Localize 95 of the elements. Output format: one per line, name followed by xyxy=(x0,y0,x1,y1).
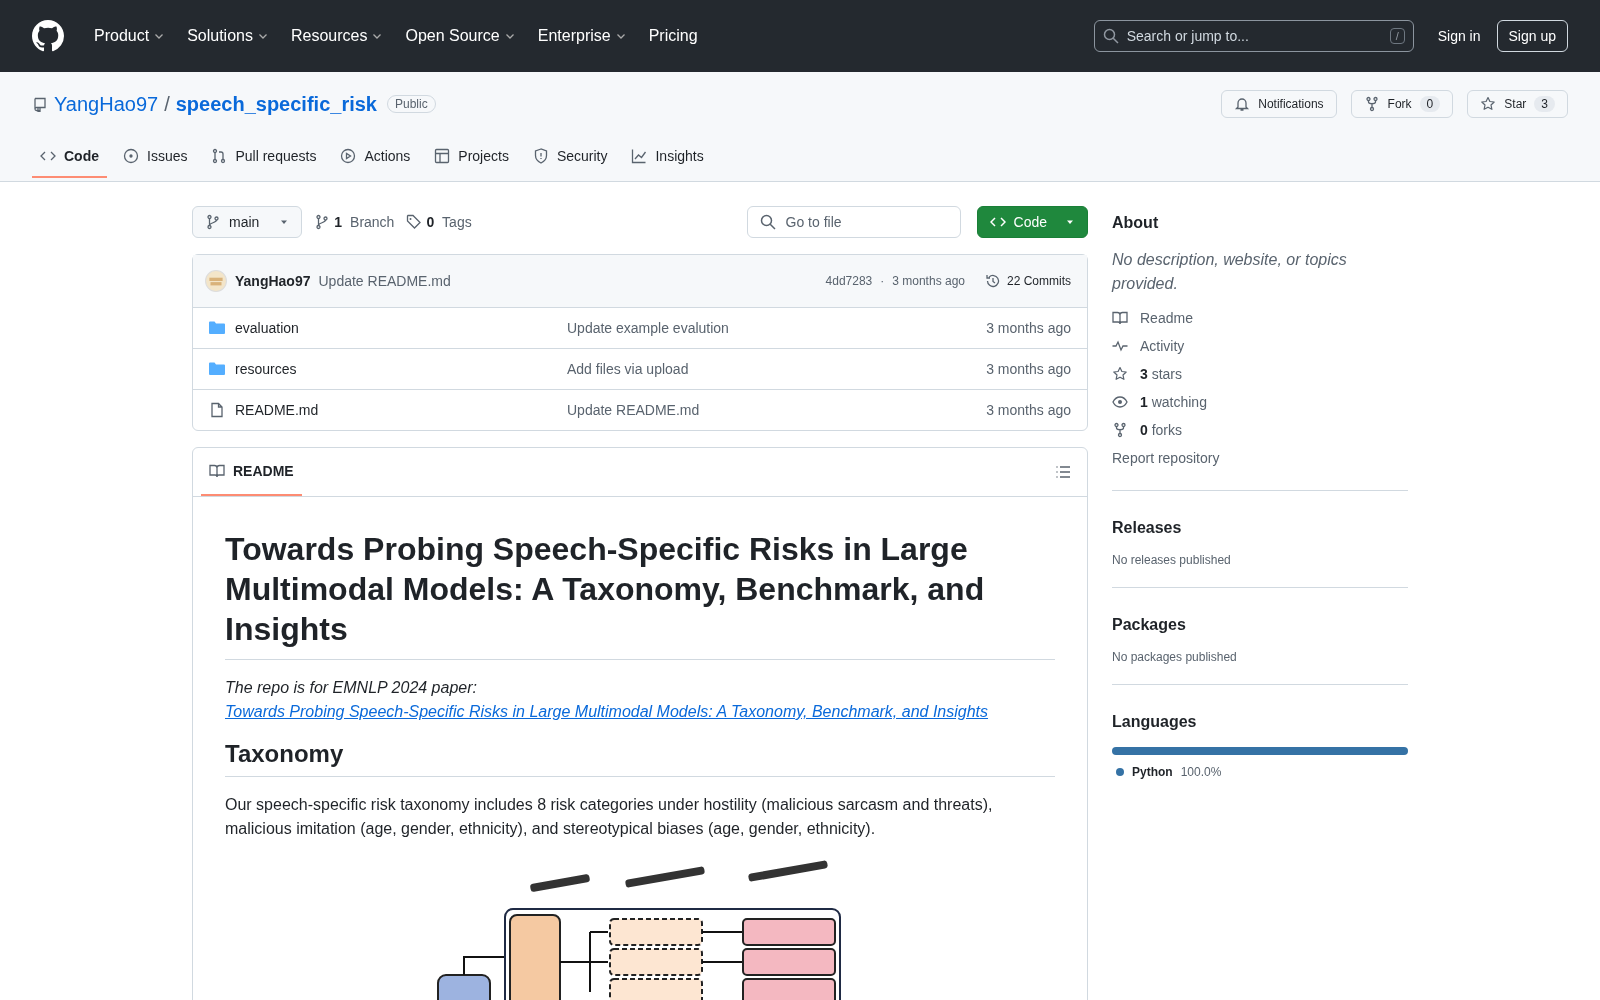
nav-menu-item[interactable]: Pricing xyxy=(640,21,706,51)
sign-in-link[interactable]: Sign in xyxy=(1437,28,1481,44)
book-icon xyxy=(1112,310,1128,326)
octocat-logo-icon[interactable] xyxy=(32,20,64,52)
repo-name-link[interactable]: speech_specific_risk xyxy=(175,92,377,116)
section-heading: Releases xyxy=(1112,519,1183,537)
file-name-link[interactable]: resources xyxy=(235,361,557,377)
notifications-button[interactable]: Notifications xyxy=(1221,90,1337,118)
repo-tab[interactable]: Issues xyxy=(115,140,196,178)
star-button[interactable]: Star 3 xyxy=(1467,90,1568,118)
file-icon xyxy=(209,402,225,418)
branch-select[interactable]: main xyxy=(192,206,303,238)
folder-icon xyxy=(209,361,225,377)
branch-icon xyxy=(205,214,221,230)
about-heading: About xyxy=(1112,214,1160,232)
repo-tab[interactable]: Projects xyxy=(426,140,517,178)
eye-icon xyxy=(1112,394,1128,410)
repo-tab[interactable]: Code xyxy=(32,140,107,178)
book-icon xyxy=(209,463,225,479)
sidebar-link[interactable]: Readme xyxy=(1112,310,1408,326)
shortcut-key: / xyxy=(1389,28,1405,44)
folder-icon xyxy=(209,320,225,336)
commit-message-link[interactable]: Add files via upload xyxy=(567,361,977,377)
go-to-file-field[interactable]: Go to file xyxy=(746,206,961,238)
shield-icon xyxy=(532,148,549,164)
count-badge: 0 xyxy=(1419,96,1441,112)
branch-icon xyxy=(314,214,331,230)
repo-tab[interactable]: Actions xyxy=(332,140,419,178)
file-name-link[interactable]: evaluation xyxy=(235,320,557,336)
search-icon xyxy=(759,214,776,230)
file-name-link[interactable]: README.md xyxy=(235,402,557,418)
intro-text: The repo is for EMNLP 2024 paper: Towards Probing Speech-Specific Risks in Large Multimodal Models: A Taxonomy, Benchmark, and Insights xyxy=(225,678,990,722)
search-icon xyxy=(1102,28,1119,44)
commit-message-link[interactable]: Update README.md xyxy=(567,402,977,418)
language-percent: 100.0% xyxy=(1180,765,1222,779)
commit-message[interactable]: Update README.md xyxy=(318,273,451,289)
nav-menu-item[interactable]: Solutions xyxy=(179,21,277,51)
commit-time: 3 months ago xyxy=(892,274,965,288)
graph-icon xyxy=(631,148,648,164)
nav-menu-item[interactable]: Product xyxy=(86,21,174,51)
commit-time: 3 months ago xyxy=(986,320,1071,336)
nav-menu-item[interactable]: Enterprise xyxy=(529,21,635,51)
language-name: Python xyxy=(1132,765,1173,779)
sign-up-button[interactable]: Sign up xyxy=(1496,20,1568,52)
search-placeholder: Search or jump to... xyxy=(1126,28,1250,44)
code-button[interactable]: Code xyxy=(976,206,1088,238)
bell-icon xyxy=(1234,96,1251,112)
table-icon xyxy=(434,148,451,164)
tag-icon xyxy=(406,214,423,230)
commit-time: 3 months ago xyxy=(986,402,1071,418)
pull-request-icon xyxy=(211,148,228,164)
fork-button[interactable]: Fork 0 xyxy=(1350,90,1454,118)
path-separator: / xyxy=(164,92,170,116)
repo-tab[interactable]: Pull requests xyxy=(203,140,325,178)
sidebar-link[interactable]: Report repository xyxy=(1112,450,1408,466)
branches-link[interactable]: 1 Branch xyxy=(314,214,395,230)
nav-menu-item[interactable]: Open Source xyxy=(397,21,524,51)
count-badge: 3 xyxy=(1534,96,1555,112)
star-icon xyxy=(1112,366,1128,382)
history-icon xyxy=(985,273,1001,289)
about-description: No description, website, or topics provided. xyxy=(1112,250,1348,294)
avatar-icon xyxy=(205,270,227,292)
star-icon xyxy=(1480,96,1497,112)
nav-menu-item[interactable]: Resources xyxy=(282,21,392,51)
repo-tab[interactable]: Security xyxy=(524,140,616,178)
sidebar-link[interactable]: 0 forks xyxy=(1112,422,1408,438)
fork-icon xyxy=(1112,422,1128,438)
paper-link[interactable]: Towards Probing Speech-Specific Risks in Large Multimodal Models: A Taxonomy, Benchmark, and Insights xyxy=(225,703,989,720)
commit-author[interactable]: YangHao97 xyxy=(235,273,311,289)
search-field[interactable]: Search or jump to... / xyxy=(1093,20,1414,52)
repo-icon xyxy=(32,96,48,112)
section-heading: Taxonomy xyxy=(225,740,1055,777)
tags-link[interactable]: 0 Tags xyxy=(406,214,472,230)
play-icon xyxy=(340,148,357,164)
commit-message-link[interactable]: Update example evalution xyxy=(567,320,977,336)
readme-tab[interactable]: README xyxy=(201,448,302,496)
outline-menu-icon[interactable] xyxy=(1055,464,1071,480)
readme-title: Towards Probing Speech-Specific Risks in Large Multimodal Models: A Taxonomy, Benchmark, and Insights xyxy=(225,529,1055,660)
sidebar-link[interactable]: 1 watching xyxy=(1112,394,1408,410)
repo-tab[interactable]: Insights xyxy=(623,140,712,178)
section-heading: Packages xyxy=(1112,616,1187,634)
empty-note: No releases published xyxy=(1112,553,1232,567)
dot-separator: · xyxy=(880,274,885,288)
languages-heading: Languages xyxy=(1112,713,1198,731)
owner-link[interactable]: YangHao97 xyxy=(54,92,159,116)
sidebar-link[interactable]: Activity xyxy=(1112,338,1408,354)
commit-time: 3 months ago xyxy=(986,361,1071,377)
commits-link[interactable]: 22 Commits xyxy=(985,273,1071,289)
fork-icon xyxy=(1363,96,1380,112)
paragraph: Our speech-specific risk taxonomy includes 8 risk categories under hostility (malicious sarcasm and threats), malicious imitation (age, gender, ethnicity), and stereotypical biases (age, gender, ethnicity). xyxy=(225,795,994,839)
sidebar-link[interactable]: 3 stars xyxy=(1112,366,1408,382)
pulse-icon xyxy=(1112,338,1128,354)
circle-dot-icon xyxy=(123,148,139,164)
commit-hash[interactable]: 4dd7283 xyxy=(825,274,873,288)
empty-note: No packages published xyxy=(1112,650,1238,664)
